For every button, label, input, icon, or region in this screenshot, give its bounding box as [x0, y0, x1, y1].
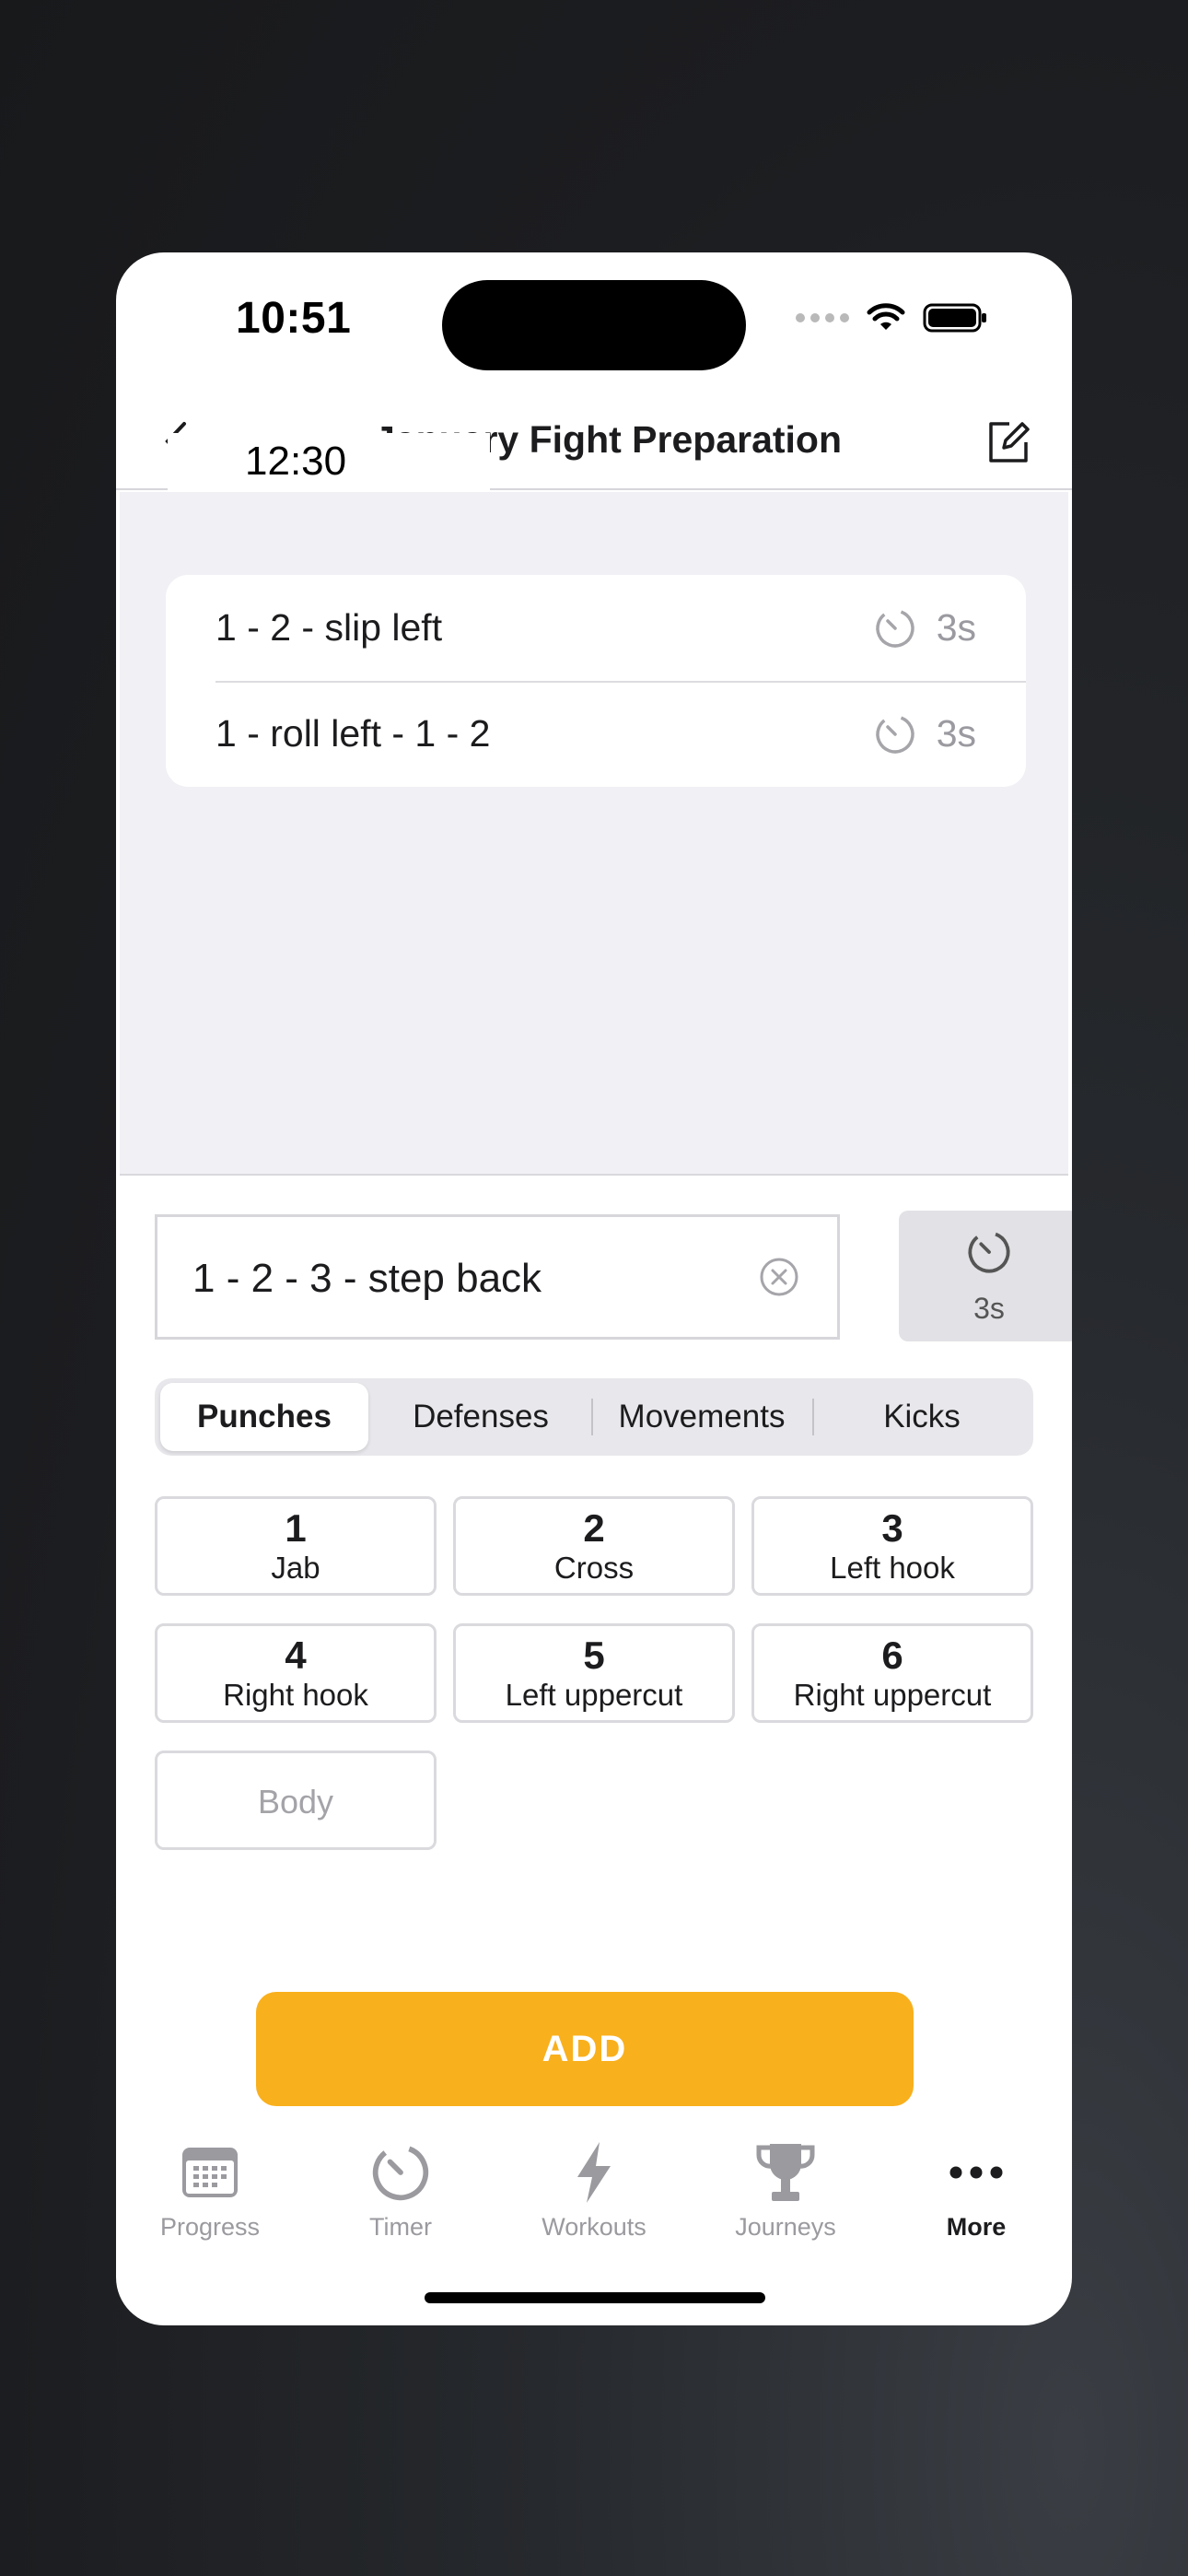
punch-name: Cross: [553, 1551, 635, 1585]
body-button-label: Body: [257, 1783, 334, 1821]
tab-journeys[interactable]: Journeys: [693, 2136, 878, 2242]
punch-number: 6: [881, 1633, 903, 1677]
punch-button[interactable]: 5 Left uppercut: [453, 1623, 735, 1723]
punch-name: Left uppercut: [505, 1678, 683, 1712]
timer-icon: [372, 2144, 429, 2201]
punch-name: Right hook: [223, 1678, 368, 1712]
signal-icon: [796, 313, 849, 322]
clear-icon: [760, 1258, 798, 1296]
battery-icon: [923, 303, 986, 333]
tab-label: Journeys: [735, 2213, 836, 2241]
segment-punches[interactable]: Punches: [160, 1383, 368, 1451]
combo-duration: 3s: [874, 712, 976, 755]
punch-number: 1: [285, 1506, 307, 1550]
segment-kicks[interactable]: Kicks: [814, 1383, 1030, 1451]
tab-label: Timer: [369, 2213, 432, 2241]
tab-bar: Progress Timer Workouts Journeys More: [116, 2136, 1072, 2265]
punch-button[interactable]: 3 Left hook: [751, 1496, 1033, 1596]
tab-progress[interactable]: Progress: [118, 2136, 302, 2242]
combo-input[interactable]: 1 - 2 - 3 - step back: [155, 1214, 840, 1340]
punch-button[interactable]: 2 Cross: [453, 1496, 735, 1596]
combo-row[interactable]: 1 - roll left - 1 - 2 3s: [166, 681, 1026, 787]
combo-text: 1 - 2 - slip left: [215, 606, 443, 649]
combo-duration-value: 3s: [936, 606, 976, 649]
tab-label: More: [946, 2213, 1007, 2241]
timer-icon: [968, 1231, 1010, 1273]
add-button[interactable]: ADD: [256, 1992, 914, 2106]
wifi-icon: [867, 303, 905, 330]
edit-button[interactable]: [984, 418, 1031, 471]
clear-button[interactable]: [758, 1256, 800, 1303]
home-indicator[interactable]: [425, 2292, 765, 2303]
timer-overlay: 12:30: [168, 433, 490, 494]
phone-screen: 10:51 January Fight Preparation 12:30 1 …: [116, 252, 1072, 2325]
tab-more[interactable]: More: [884, 2136, 1068, 2242]
punch-number: 3: [881, 1506, 903, 1550]
segment-defenses[interactable]: Defenses: [372, 1383, 589, 1451]
timer-icon: [875, 608, 914, 648]
calendar-icon: [182, 2148, 238, 2197]
punch-name: Jab: [271, 1551, 320, 1585]
punch-name: Left hook: [830, 1551, 955, 1585]
combo-list: 1 - 2 - slip left 3s 1 - roll left - 1 -…: [166, 575, 1026, 787]
trophy-icon: [756, 2144, 815, 2201]
duration-label: 3s: [973, 1292, 1005, 1325]
punch-number: 2: [583, 1506, 605, 1550]
segment-movements[interactable]: Movements: [593, 1383, 810, 1451]
compose-icon: [989, 422, 1030, 463]
more-icon: [949, 2166, 1003, 2179]
punch-number: 5: [583, 1633, 605, 1677]
punch-number: 4: [285, 1633, 307, 1677]
tab-workouts[interactable]: Workouts: [502, 2136, 686, 2242]
punch-name: Right uppercut: [793, 1678, 992, 1712]
duration-button[interactable]: 3s: [899, 1211, 1072, 1341]
body-button[interactable]: Body: [155, 1751, 437, 1850]
punch-button[interactable]: 4 Right hook: [155, 1623, 437, 1723]
dynamic-island: [442, 280, 746, 370]
category-segmented-control: Punches Defenses Movements Kicks: [155, 1378, 1033, 1456]
combo-list-area: 1 - 2 - slip left 3s 1 - roll left - 1 -…: [120, 492, 1068, 1176]
tab-timer[interactable]: Timer: [309, 2136, 493, 2242]
timer-icon: [875, 714, 914, 754]
combo-duration: 3s: [874, 606, 976, 650]
bolt-icon: [577, 2142, 611, 2203]
punch-button[interactable]: 6 Right uppercut: [751, 1623, 1033, 1723]
tab-label: Workouts: [542, 2213, 646, 2241]
status-icons: [796, 302, 989, 334]
status-time: 10:51: [236, 294, 352, 343]
combo-text: 1 - roll left - 1 - 2: [215, 712, 491, 755]
combo-input-value: 1 - 2 - 3 - step back: [192, 1256, 542, 1301]
tab-label: Progress: [159, 2213, 261, 2241]
combo-row[interactable]: 1 - 2 - slip left 3s: [166, 575, 1026, 681]
combo-duration-value: 3s: [936, 712, 976, 755]
punch-button[interactable]: 1 Jab: [155, 1496, 437, 1596]
